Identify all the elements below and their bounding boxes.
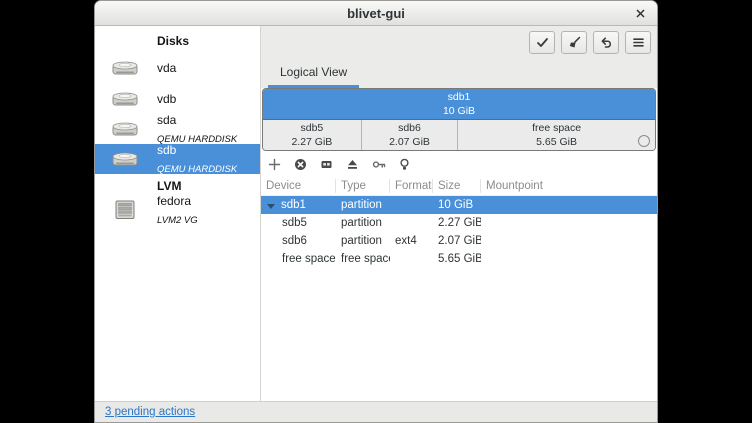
viz-block-free-space[interactable]: free space 5.65 GiB <box>458 120 655 150</box>
disk-icon <box>111 90 139 108</box>
cell-device: sdb1 <box>281 199 306 211</box>
cell-size: 2.27 GiB <box>433 217 481 229</box>
viz-block-name: free space <box>532 121 581 135</box>
sidebar-item-sda[interactable]: sda QEMU HARDDISK <box>95 114 260 144</box>
window-title: blivet-gui <box>347 6 405 21</box>
column-header-type[interactable]: Type <box>336 179 390 193</box>
viz-block-sdb6[interactable]: sdb6 2.07 GiB <box>362 120 458 150</box>
sidebar-item-subtitle: QEMU HARDDISK <box>157 164 237 175</box>
edit-partition-button[interactable] <box>319 157 334 172</box>
table-row-sdb5[interactable]: sdb5 partition 2.27 GiB <box>261 214 657 232</box>
add-partition-button[interactable] <box>267 157 282 172</box>
app-window: blivet-gui Disks vda vdb <box>94 0 658 423</box>
expander-icon[interactable] <box>267 204 275 209</box>
add-icon <box>268 158 281 171</box>
info-bulb-icon <box>398 158 411 171</box>
tab-label: Logical View <box>280 65 347 79</box>
sidebar-item-fedora[interactable]: fedora LVM2 VG <box>95 195 260 225</box>
viz-block-size: 2.07 GiB <box>389 135 430 149</box>
viz-block-sdb5[interactable]: sdb5 2.27 GiB <box>263 120 362 150</box>
table-row-sdb6[interactable]: sdb6 partition ext4 2.07 GiB <box>261 232 657 250</box>
apply-actions-button[interactable] <box>529 31 555 54</box>
cell-size: 2.07 GiB <box>433 235 481 247</box>
sidebar: Disks vda vdb sda QEMU HARDDIS <box>95 26 261 401</box>
viz-block-size: 5.65 GiB <box>536 135 577 149</box>
free-space-circle-icon <box>638 135 650 147</box>
statusbar: 3 pending actions <box>95 401 657 422</box>
sidebar-item-label: vda <box>157 61 176 75</box>
viz-block-name: sdb5 <box>301 121 324 135</box>
disk-icon <box>111 150 139 168</box>
viz-block-name: sdb6 <box>398 121 421 135</box>
edit-icon <box>320 158 333 171</box>
table-empty-area <box>261 268 657 401</box>
sidebar-header-disks: Disks <box>95 26 260 52</box>
close-button[interactable] <box>630 4 650 23</box>
lvm-array-icon <box>111 200 139 220</box>
tab-bar: Logical View <box>261 59 657 88</box>
cell-device: sdb5 <box>282 217 307 229</box>
sidebar-item-label: sdb <box>157 143 176 157</box>
tab-logical-view[interactable]: Logical View <box>266 65 361 88</box>
cell-device: sdb6 <box>282 235 307 247</box>
sidebar-item-vdb[interactable]: vdb <box>95 83 260 114</box>
column-header-size[interactable]: Size <box>433 179 481 193</box>
cell-size: 10 GiB <box>433 199 481 211</box>
column-header-mountpoint[interactable]: Mountpoint <box>481 179 657 193</box>
titlebar: blivet-gui <box>95 1 657 26</box>
cell-device: free space <box>282 253 336 265</box>
viz-block-size: 10 GiB <box>443 104 475 118</box>
cell-type: partition <box>336 217 390 229</box>
table-row-sdb1[interactable]: sdb1 partition 10 GiB <box>261 196 657 214</box>
viz-children-row: sdb5 2.27 GiB sdb6 2.07 GiB free space 5… <box>263 120 655 150</box>
cell-size: 5.65 GiB <box>433 253 481 265</box>
sidebar-item-label: sda <box>157 113 176 127</box>
unmount-eject-icon <box>346 158 359 171</box>
pending-actions-link[interactable]: 3 pending actions <box>105 406 195 418</box>
column-header-device[interactable]: Device <box>261 179 336 193</box>
menu-icon <box>632 36 645 49</box>
sidebar-item-subtitle: LVM2 VG <box>157 215 198 226</box>
cell-type: partition <box>336 235 390 247</box>
sidebar-item-sdb[interactable]: sdb QEMU HARDDISK <box>95 144 260 174</box>
viz-block-name: sdb1 <box>448 90 471 104</box>
column-header-format[interactable]: Format <box>390 179 433 193</box>
delete-icon <box>294 158 307 171</box>
main-toolbar <box>261 26 657 59</box>
undo-icon <box>600 36 613 49</box>
decrypt-button[interactable] <box>371 157 386 172</box>
sidebar-item-label: vdb <box>157 92 176 106</box>
sidebar-item-vda[interactable]: vda <box>95 52 260 83</box>
info-button[interactable] <box>397 157 412 172</box>
table-row-free-space[interactable]: free space free space 5.65 GiB <box>261 250 657 268</box>
apply-check-icon <box>536 36 549 49</box>
active-tab-indicator <box>268 85 359 88</box>
delete-partition-button[interactable] <box>293 157 308 172</box>
disk-icon <box>111 120 139 138</box>
viz-block-sdb1[interactable]: sdb1 10 GiB <box>263 89 655 120</box>
cell-format: ext4 <box>390 235 433 247</box>
cell-type: partition <box>336 199 390 211</box>
main-panel: Logical View sdb1 10 GiB sdb5 2.27 GiB s… <box>261 26 657 401</box>
clear-broom-icon <box>568 36 581 49</box>
decrypt-key-icon <box>372 158 386 171</box>
action-bar <box>261 151 657 177</box>
undo-button[interactable] <box>593 31 619 54</box>
partition-visualization: sdb1 10 GiB sdb5 2.27 GiB sdb6 2.07 GiB … <box>262 88 656 151</box>
viz-block-size: 2.27 GiB <box>291 135 332 149</box>
menu-button[interactable] <box>625 31 651 54</box>
unmount-button[interactable] <box>345 157 360 172</box>
sidebar-item-label: fedora <box>157 194 191 208</box>
clear-actions-button[interactable] <box>561 31 587 54</box>
cell-type: free space <box>336 253 390 265</box>
disk-icon <box>111 59 139 77</box>
table-header: Device Type Format Size Mountpoint <box>261 177 657 196</box>
close-icon <box>636 9 645 18</box>
